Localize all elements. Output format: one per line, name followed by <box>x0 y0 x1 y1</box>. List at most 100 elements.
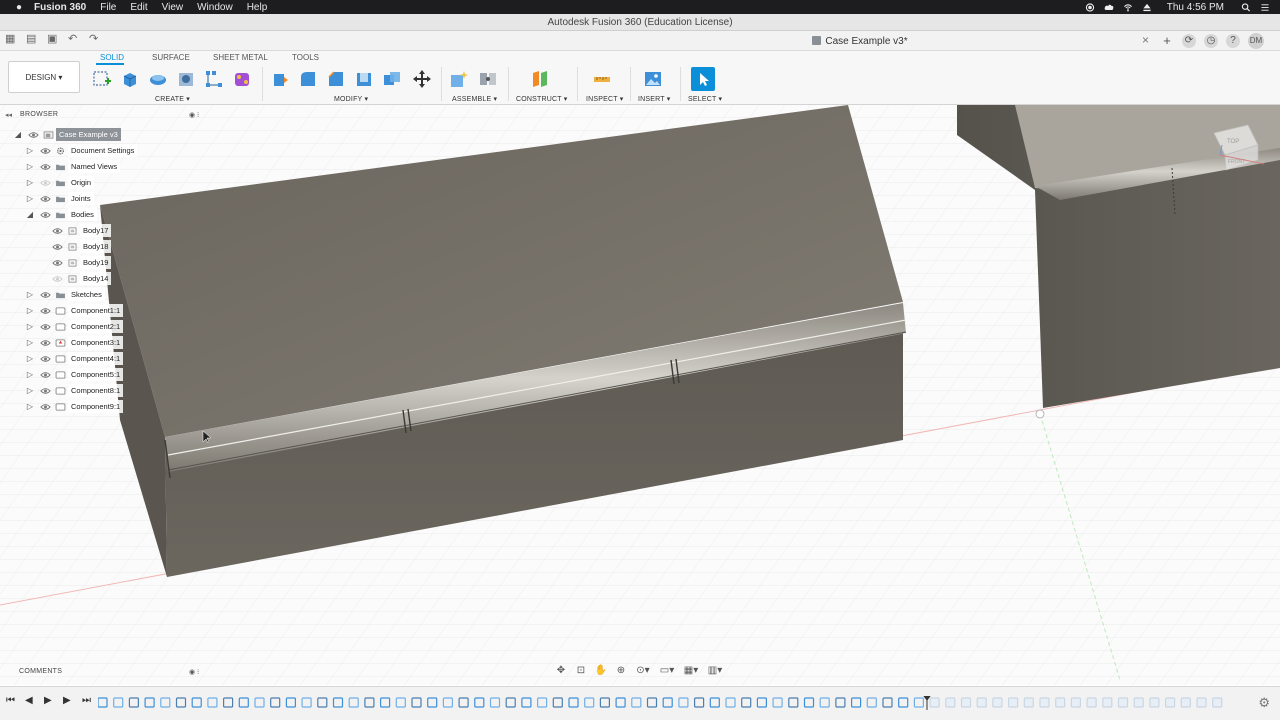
expand-toggle-icon[interactable]: ▷ <box>26 176 34 189</box>
browser-item[interactable]: Body17 <box>0 224 200 237</box>
apple-menu-icon[interactable]: ● <box>12 2 26 13</box>
timeline-feature-icon[interactable] <box>960 697 972 708</box>
timeline-feature-icon[interactable] <box>222 697 234 708</box>
modify-group-label[interactable]: MODIFY ▾ <box>334 95 368 103</box>
timeline-feature-icon[interactable] <box>317 697 328 708</box>
menu-window[interactable]: Window <box>197 2 233 13</box>
timeline-feature-icon[interactable] <box>866 697 877 708</box>
tab-sheet-metal[interactable]: SHEET METAL <box>213 53 268 62</box>
timeline-feature-icon[interactable] <box>693 697 705 708</box>
timeline-feature-icon[interactable] <box>1055 697 1066 708</box>
visibility-eye-icon[interactable] <box>52 259 63 267</box>
timeline-feature-icon[interactable] <box>348 697 359 708</box>
help-icon[interactable]: ? <box>1226 34 1240 48</box>
pan-hand-icon[interactable]: ✋ <box>594 665 608 677</box>
orbit-icon[interactable]: ✥ <box>554 665 568 677</box>
timeline-feature-icon[interactable] <box>772 697 783 708</box>
combine-icon[interactable] <box>382 69 402 89</box>
step-back-icon[interactable]: ◀ <box>25 695 34 707</box>
zoom-icon[interactable]: ⊕ <box>614 665 628 677</box>
extensions-icon[interactable]: ⟳ <box>1182 34 1196 48</box>
browser-item[interactable]: Body19 <box>0 256 200 269</box>
timeline-feature-icon[interactable] <box>882 697 893 708</box>
revolve-icon[interactable] <box>148 69 168 89</box>
timeline-feature-icon[interactable] <box>301 697 312 708</box>
joint-icon[interactable] <box>478 69 498 89</box>
visibility-eye-icon[interactable] <box>40 147 51 155</box>
timeline-feature-icon[interactable] <box>1196 697 1207 708</box>
browser-item[interactable]: ▷ Origin <box>0 176 200 189</box>
comments-pin-icon[interactable]: ◉ ⁝ <box>189 668 199 676</box>
menu-help[interactable]: Help <box>247 2 268 13</box>
step-forward-icon[interactable]: ▶ <box>63 695 72 707</box>
new-tab-icon[interactable]: + <box>1160 34 1174 48</box>
timeline-feature-icon[interactable] <box>646 697 658 708</box>
chamfer-icon[interactable] <box>326 69 346 89</box>
browser-item[interactable]: Body14 <box>0 272 200 285</box>
cloud-icon[interactable] <box>1104 3 1114 12</box>
timeline-feature-icon[interactable] <box>803 697 815 708</box>
browser-pin-icon[interactable]: ◉ ⁝ <box>189 111 199 119</box>
timeline-feature-icon[interactable] <box>442 697 453 708</box>
timeline-feature-icon[interactable] <box>207 697 218 708</box>
timeline-feature-icon[interactable] <box>458 697 469 708</box>
timeline-feature-icon[interactable] <box>380 697 391 708</box>
timeline-feature-icon[interactable] <box>395 697 406 708</box>
timeline-feature-icon[interactable] <box>1133 697 1144 708</box>
create-form-icon[interactable] <box>232 69 252 89</box>
undo-icon[interactable]: ↶ <box>68 34 79 45</box>
save-icon[interactable]: ▣ <box>47 34 58 45</box>
tab-solid[interactable]: SOLID <box>100 53 124 62</box>
close-tab-icon[interactable]: × <box>1142 33 1149 47</box>
timeline-feature-icon[interactable] <box>1007 697 1019 708</box>
visibility-eye-icon[interactable] <box>40 371 51 379</box>
menu-view[interactable]: View <box>162 2 184 13</box>
timeline-feature-icon[interactable] <box>1086 697 1097 708</box>
visibility-eye-icon[interactable] <box>52 275 63 283</box>
timeline-feature-icon[interactable] <box>615 697 626 708</box>
select-group-label[interactable]: SELECT ▾ <box>688 95 722 103</box>
browser-item[interactable]: ▷ Component3:1 <box>0 336 200 349</box>
visibility-eye-icon[interactable] <box>28 131 39 139</box>
timeline-feature-icon[interactable] <box>835 697 846 708</box>
timeline-feature-icon[interactable] <box>819 697 830 708</box>
notification-center-icon[interactable] <box>1260 3 1270 12</box>
menubar-clock[interactable]: Thu 4:56 PM <box>1167 2 1224 13</box>
visibility-eye-icon[interactable] <box>40 355 51 363</box>
timeline-feature-icon[interactable] <box>128 697 139 708</box>
timeline-feature-icon[interactable] <box>1212 697 1223 708</box>
menu-file[interactable]: File <box>100 2 116 13</box>
timeline-feature-icon[interactable] <box>489 697 501 708</box>
browser-item[interactable]: ▷ Component9:1 <box>0 400 200 413</box>
app-menu[interactable]: Fusion 360 <box>34 2 86 13</box>
timeline-features[interactable] <box>98 696 1228 710</box>
browser-item[interactable]: ◢ Case Example v3 <box>0 128 200 141</box>
timeline-feature-icon[interactable] <box>913 697 925 708</box>
timeline-feature-icon[interactable] <box>144 697 155 708</box>
timeline-feature-icon[interactable] <box>725 697 736 708</box>
expand-toggle-icon[interactable]: ▷ <box>26 400 34 413</box>
expand-toggle-icon[interactable]: ▷ <box>26 384 34 397</box>
job-status-icon[interactable]: ◷ <box>1204 34 1218 48</box>
timeline-feature-icon[interactable] <box>1023 697 1034 708</box>
document-tab[interactable]: Case Example v3* <box>560 33 1160 51</box>
expand-toggle-icon[interactable]: ▷ <box>26 144 34 157</box>
browser-item[interactable]: ▷ Component4:1 <box>0 352 200 365</box>
browser-item[interactable]: ▷ Component8:1 <box>0 384 200 397</box>
visibility-eye-icon[interactable] <box>40 323 51 331</box>
expand-toggle-icon[interactable]: ▷ <box>26 368 34 381</box>
timeline-feature-icon[interactable] <box>1117 697 1129 708</box>
timeline-feature-icon[interactable] <box>662 697 673 708</box>
insert-image-icon[interactable] <box>643 69 663 89</box>
fillet-icon[interactable] <box>298 69 318 89</box>
timeline-feature-icon[interactable] <box>929 697 940 708</box>
visibility-eye-icon[interactable] <box>40 307 51 315</box>
timeline-feature-icon[interactable] <box>270 697 281 708</box>
hole-icon[interactable] <box>176 69 196 89</box>
timeline-feature-icon[interactable] <box>175 697 187 708</box>
expand-toggle-icon[interactable]: ▷ <box>26 192 34 205</box>
go-to-start-icon[interactable]: ⏮ <box>6 695 15 707</box>
expand-toggle-icon[interactable]: ◢ <box>26 208 34 221</box>
timeline-feature-icon[interactable] <box>584 697 595 708</box>
timeline-feature-icon[interactable] <box>191 697 202 708</box>
